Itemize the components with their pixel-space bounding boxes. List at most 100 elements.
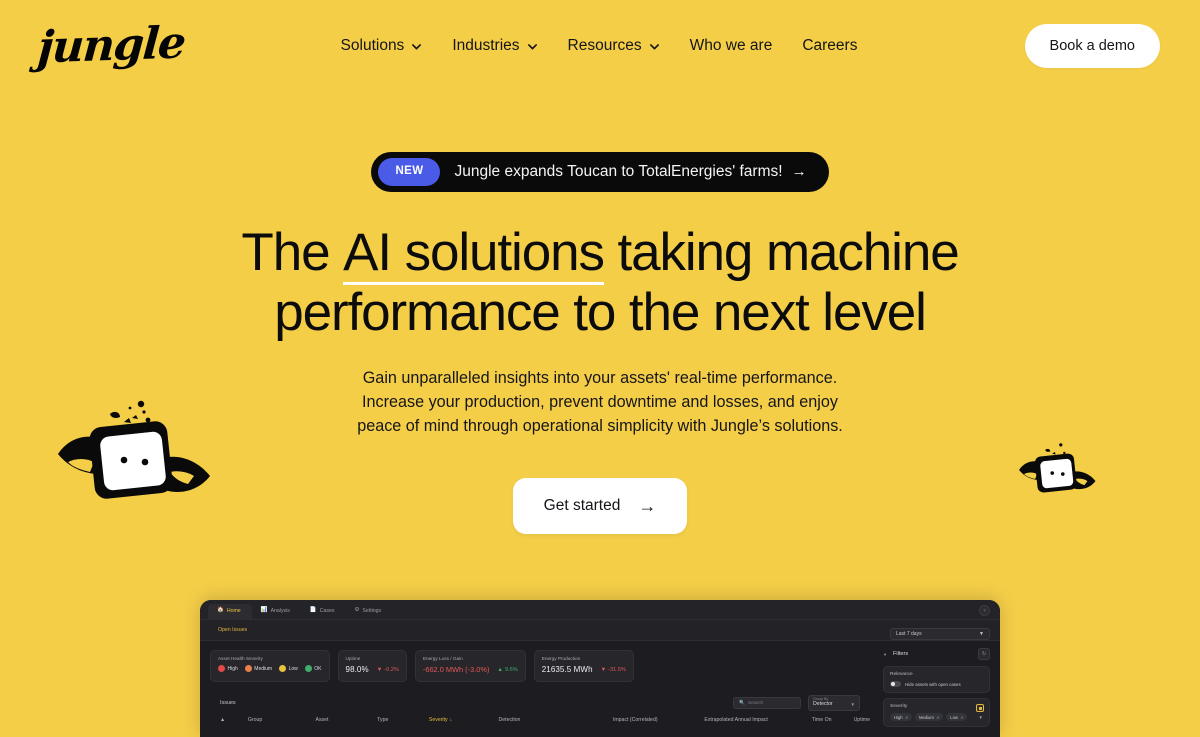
toggle-label: Hide assets with open cases	[905, 681, 961, 687]
nav-item-careers[interactable]: Careers	[802, 37, 857, 55]
subtitle-line-1: Gain unparalleled insights into your ass…	[362, 368, 838, 387]
nav-item-solutions[interactable]: Solutions	[341, 37, 423, 55]
search-icon: 🔍	[739, 700, 745, 706]
nav-label: Who we are	[689, 37, 773, 54]
filters-title: Filters	[892, 651, 909, 657]
dashboard-tab-settings[interactable]: ⚙ Settings	[345, 604, 392, 619]
hide-assets-toggle[interactable]	[890, 681, 901, 687]
get-started-button[interactable]: Get started →	[512, 478, 688, 535]
logo-text: jungle	[36, 17, 187, 74]
filters-panel: ▼ Filters ↻ Relevance Hide assets with o…	[875, 648, 1000, 732]
column-impact-correlated[interactable]: Impact (Correlated)	[613, 717, 705, 723]
tab-label: Settings	[362, 608, 382, 614]
legend-item-ok: OK	[304, 665, 322, 672]
reset-filters-icon[interactable]: ↻	[978, 648, 990, 660]
date-range-selector[interactable]: Last 7 days ▼	[890, 628, 990, 640]
sort-indicator-icon[interactable]: ▲	[220, 717, 248, 723]
dashboard-tabbar: 🏠 Home 📊 Analysis 📄 Cases ⚙ Settings	[200, 600, 1000, 620]
nav-label: Solutions	[340, 37, 405, 54]
nav-label: Resources	[567, 37, 642, 54]
chevron-down-icon[interactable]: ▼	[979, 715, 983, 720]
close-icon[interactable]: ✕	[936, 715, 939, 720]
tab-label: Analysis	[270, 608, 290, 614]
filter-title: Severity	[890, 704, 908, 709]
column-type[interactable]: Type	[377, 717, 429, 723]
close-icon[interactable]: ✕	[960, 715, 963, 720]
legend-item-low: Low	[279, 665, 298, 672]
arrow-right-icon: →	[791, 163, 807, 181]
chip-high[interactable]: High ✕	[890, 713, 912, 721]
severity-dot-medium	[244, 665, 252, 672]
headline-line-2: performance to the next level	[274, 282, 927, 342]
column-extrapolated-annual-impact[interactable]: Extrapolated Annual Impact	[704, 717, 811, 723]
chevron-down-icon	[411, 41, 422, 52]
kpi-title: Asset Health Severity	[218, 656, 263, 661]
gear-icon: ⚙	[354, 607, 360, 614]
main-navigation: Solutions Industries Resources Who we ar…	[298, 37, 900, 55]
book-a-demo-button[interactable]: Book a demo	[1024, 24, 1160, 68]
nav-item-who-we-are[interactable]: Who we are	[690, 37, 773, 55]
kpi-value: 21635.5 MWh	[541, 665, 593, 674]
chevron-down-icon: ▼	[979, 631, 984, 637]
chip-low[interactable]: Low ✕	[946, 713, 968, 721]
issues-table-header: ▲ Group Asset Type Severity ↓ Detection …	[200, 717, 870, 723]
logo[interactable]: jungle	[36, 17, 298, 74]
kpi-card-uptime: Uptime 98.0% ▼ -0.2%	[337, 650, 407, 682]
column-severity[interactable]: Severity ↓	[429, 717, 499, 723]
announcement-text-wrap: Jungle expands Toucan to TotalEnergies' …	[454, 163, 806, 181]
arrow-right-icon: →	[638, 496, 657, 517]
column-asset[interactable]: Asset	[315, 717, 377, 723]
hero-cta-wrap: Get started →	[0, 478, 1200, 535]
headline-part-2: taking machine	[603, 222, 959, 282]
dashboard-tab-cases[interactable]: 📄 Cases	[301, 604, 346, 619]
search-placeholder: Search	[747, 700, 764, 706]
legend-item-medium: Medium	[244, 665, 273, 672]
chip-label: Medium	[918, 714, 934, 720]
nav-item-resources[interactable]: Resources	[568, 37, 660, 55]
date-range-value: Last 7 days	[896, 631, 922, 637]
chevron-down-icon: ▼	[850, 702, 855, 707]
header-actions: Book a demo	[900, 24, 1160, 68]
kpi-value: 98.0%	[345, 665, 369, 674]
column-detection[interactable]: Detection	[499, 717, 613, 723]
dashboard-tab-home[interactable]: 🏠 Home	[208, 604, 252, 619]
subtab-open-issues[interactable]: Open Issues	[218, 627, 247, 633]
kpi-delta-value: -0.2%	[384, 666, 399, 673]
column-uptime[interactable]: Uptime	[854, 717, 870, 723]
kpi-delta-value: 9.6%	[504, 666, 518, 673]
filter-card-relevance: Relevance Hide assets with open cases	[883, 666, 990, 693]
legend-label: High	[227, 665, 238, 672]
announcement-banner[interactable]: NEW Jungle expands Toucan to TotalEnergi…	[371, 152, 829, 192]
arrow-down-icon: ▼	[600, 666, 607, 673]
dashboard-top-actions: ?	[979, 605, 990, 616]
get-started-label: Get started	[543, 497, 621, 515]
search-input[interactable]: 🔍 Search	[733, 697, 801, 709]
chip-label: High	[894, 714, 903, 720]
group-by-value: Detector	[813, 701, 833, 708]
severity-filter-badge-icon[interactable]	[976, 704, 984, 712]
issues-toolbar: Issues 🔍 Search Group By Detector ▼	[200, 695, 870, 711]
filter-title: Relevance	[890, 672, 913, 677]
kpi-card-energy-loss-gain: Energy Loss / Gain -662.0 MWh (-3.0%) ▲ …	[414, 650, 526, 682]
column-group[interactable]: Group	[248, 717, 316, 723]
chip-label: Low	[950, 714, 958, 720]
close-icon[interactable]: ✕	[905, 715, 908, 720]
kpi-title: Energy Production	[541, 656, 581, 661]
kpi-title: Energy Loss / Gain	[422, 656, 463, 661]
nav-item-industries[interactable]: Industries	[452, 37, 537, 55]
legend-label: Low	[288, 665, 298, 672]
help-icon[interactable]: ?	[979, 605, 990, 616]
legend-label: Medium	[254, 665, 273, 672]
kpi-title: Uptime	[345, 656, 361, 661]
product-dashboard-preview: 🏠 Home 📊 Analysis 📄 Cases ⚙ Settings Ope…	[200, 600, 1000, 737]
severity-dot-high	[218, 665, 225, 672]
filters-header[interactable]: ▼ Filters ↻	[883, 648, 990, 660]
dashboard-tab-analysis[interactable]: 📊 Analysis	[252, 604, 301, 619]
hero-subtitle: Gain unparalleled insights into your ass…	[0, 366, 1200, 438]
arrow-down-icon: ▼	[376, 666, 383, 673]
column-time-on[interactable]: Time On	[812, 717, 854, 723]
group-by-select[interactable]: Group By Detector ▼	[808, 695, 860, 711]
chip-medium[interactable]: Medium ✕	[914, 713, 944, 721]
subtitle-line-2: Increase your production, prevent downti…	[361, 392, 838, 411]
new-badge: NEW	[378, 158, 441, 186]
